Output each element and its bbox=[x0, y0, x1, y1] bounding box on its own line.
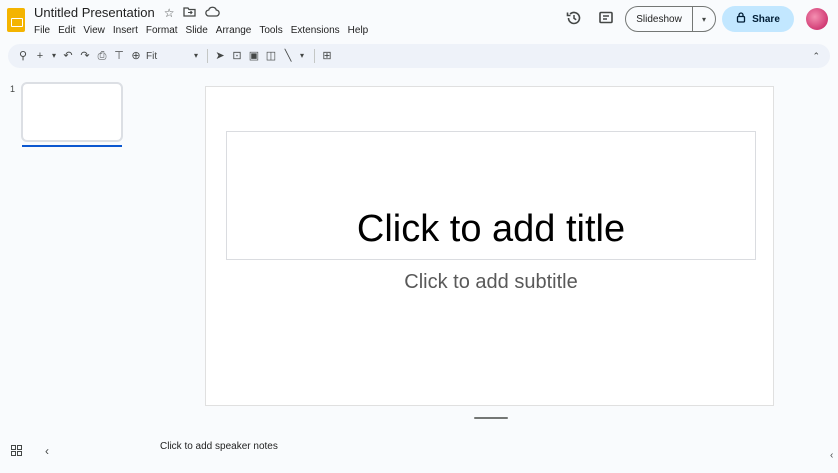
version-history-icon[interactable] bbox=[566, 10, 582, 29]
document-title[interactable]: Untitled Presentation bbox=[34, 5, 155, 20]
menu-format[interactable]: Format bbox=[142, 24, 182, 38]
line-icon[interactable]: ╲ bbox=[281, 50, 295, 62]
menu-extensions[interactable]: Extensions bbox=[287, 24, 344, 38]
menu-edit[interactable]: Edit bbox=[54, 24, 79, 38]
text-box-icon[interactable]: ⊡ bbox=[230, 50, 244, 62]
menu-bar: File Edit View Insert Format Slide Arran… bbox=[34, 24, 372, 38]
menu-file[interactable]: File bbox=[34, 24, 54, 38]
zoom-select[interactable]: Fit ▾ bbox=[146, 51, 198, 62]
print-icon[interactable]: ⎙ bbox=[95, 50, 109, 62]
redo-icon[interactable]: ↷ bbox=[78, 50, 92, 62]
collapse-toolbar-icon[interactable]: ⌃ bbox=[812, 51, 820, 62]
undo-icon[interactable]: ↶ bbox=[61, 50, 75, 62]
line-dropdown-icon[interactable]: ▾ bbox=[298, 52, 306, 60]
selected-indicator bbox=[22, 145, 122, 147]
zoom-icon[interactable]: ⊕ bbox=[129, 50, 143, 62]
share-button[interactable]: Share bbox=[722, 6, 794, 32]
menu-insert[interactable]: Insert bbox=[109, 24, 142, 38]
slide-canvas[interactable]: Click to add title Click to add subtitle bbox=[205, 86, 774, 406]
avatar[interactable] bbox=[806, 8, 828, 30]
lock-icon bbox=[736, 12, 746, 26]
collapse-filmstrip-icon[interactable]: ‹ bbox=[45, 444, 49, 458]
expand-side-panel-icon[interactable]: ‹ bbox=[830, 450, 833, 461]
search-menus-icon[interactable]: ⚲ bbox=[16, 50, 30, 62]
toolbar: ⚲ + ▾ ↶ ↷ ⎙ ⊤ ⊕ Fit ▾ ➤ ⊡ ▣ ◫ ╲ ▾ ⊞ ⌃ bbox=[8, 44, 830, 68]
menu-help[interactable]: Help bbox=[344, 24, 373, 38]
menu-tools[interactable]: Tools bbox=[255, 24, 286, 38]
chevron-down-icon: ▾ bbox=[193, 50, 198, 60]
zoom-value: Fit bbox=[146, 50, 158, 62]
slide-number: 1 bbox=[10, 84, 16, 94]
slideshow-options-dropdown[interactable]: ▾ bbox=[693, 7, 715, 31]
slideshow-button[interactable]: Slideshow bbox=[626, 7, 693, 31]
slides-app-icon[interactable] bbox=[7, 8, 25, 32]
grid-view-icon[interactable] bbox=[11, 445, 22, 459]
shape-icon[interactable]: ◫ bbox=[264, 50, 278, 62]
new-slide-icon[interactable]: + bbox=[33, 50, 47, 62]
menu-view[interactable]: View bbox=[79, 24, 109, 38]
cloud-status-icon[interactable] bbox=[205, 6, 221, 19]
title-placeholder[interactable]: Click to add title bbox=[226, 131, 756, 260]
chevron-down-icon: ▾ bbox=[701, 14, 706, 24]
subtitle-placeholder[interactable]: Click to add subtitle bbox=[226, 264, 756, 300]
menu-arrange[interactable]: Arrange bbox=[212, 24, 256, 38]
star-icon[interactable]: ☆ bbox=[164, 7, 175, 19]
move-folder-icon[interactable] bbox=[183, 6, 197, 19]
slideshow-group: Slideshow ▾ bbox=[625, 6, 716, 32]
insert-comment-icon[interactable]: ⊞ bbox=[320, 50, 334, 62]
slide-thumbnail[interactable] bbox=[21, 82, 123, 142]
share-label: Share bbox=[752, 13, 780, 25]
title-row: Untitled Presentation ☆ bbox=[34, 5, 221, 20]
select-cursor-icon[interactable]: ➤ bbox=[213, 50, 227, 62]
speaker-notes[interactable]: Click to add speaker notes bbox=[160, 441, 278, 452]
paint-format-icon[interactable]: ⊤ bbox=[112, 50, 126, 62]
notes-resize-handle[interactable] bbox=[474, 417, 508, 419]
menu-slide[interactable]: Slide bbox=[182, 24, 212, 38]
insert-image-icon[interactable]: ▣ bbox=[247, 50, 261, 62]
toolbar-divider bbox=[314, 49, 315, 63]
new-slide-dropdown-icon[interactable]: ▾ bbox=[50, 52, 58, 60]
toolbar-divider bbox=[207, 49, 208, 63]
comments-icon[interactable] bbox=[598, 10, 614, 29]
